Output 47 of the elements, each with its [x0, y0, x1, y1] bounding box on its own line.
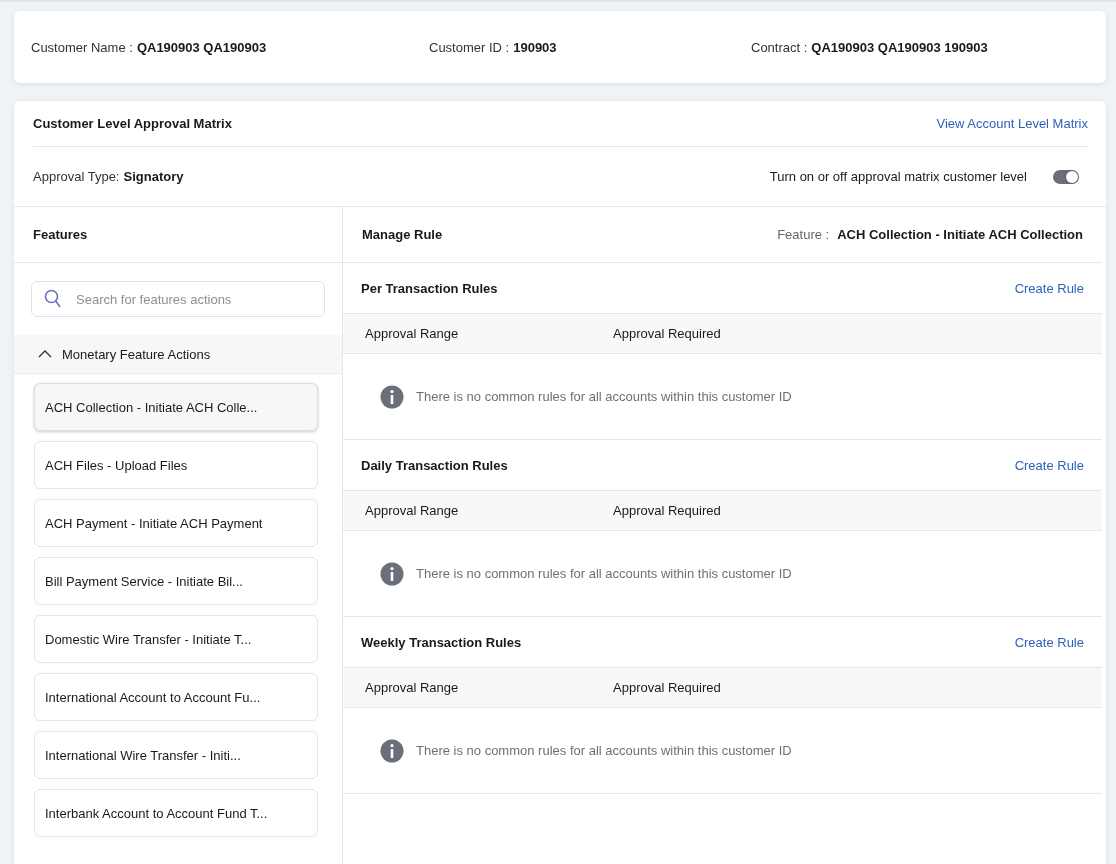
chevron-up-icon	[38, 350, 52, 358]
column-header: Approval Range	[365, 503, 460, 518]
info-icon	[380, 561, 404, 586]
features-heading: Features	[33, 227, 88, 242]
section-title: Per Transaction Rules	[361, 280, 498, 296]
create-rule-link[interactable]: Create Rule	[1014, 280, 1084, 296]
column-header: Approval Range	[365, 326, 460, 341]
view-account-matrix-link[interactable]: View Account Level Matrix	[936, 116, 1088, 131]
section-title: Daily Transaction Rules	[361, 457, 508, 473]
search-icon	[44, 289, 62, 309]
empty-message: There is no common rules for all accounts within this customer ID	[416, 389, 792, 404]
search-field[interactable]: Search for features actions	[31, 281, 325, 317]
feature-item[interactable]: Bill Payment Service - Initiate Bil...	[34, 557, 318, 605]
toggle-switch[interactable]	[1053, 169, 1079, 184]
feature-item[interactable]: ACH Files - Upload Files	[34, 441, 318, 489]
feature-label: Feature :	[777, 227, 830, 242]
feature-group-header[interactable]: Monetary Feature Actions	[14, 335, 342, 374]
section-title: Weekly Transaction Rules	[361, 634, 522, 650]
field-value: 190903	[513, 39, 557, 55]
field-value: QA190903 QA190903	[136, 39, 267, 55]
toggle-label: Turn on or off approval matrix customer level	[769, 169, 1027, 184]
column-header: Approval Required	[613, 503, 722, 518]
feature-value: ACH Collection - Initiate ACH Collection	[837, 227, 1083, 242]
create-rule-link[interactable]: Create Rule	[1014, 634, 1084, 650]
info-icon	[380, 384, 404, 409]
field-label: Contract :	[751, 39, 808, 55]
group-label: Monetary Feature Actions	[62, 346, 211, 362]
feature-item[interactable]: ACH Payment - Initiate ACH Payment	[34, 499, 318, 547]
feature-item[interactable]: International Account to Account Fu...	[34, 673, 318, 721]
approval-type-label: Approval Type:	[33, 169, 120, 184]
field-value: QA190903 QA190903 190903	[811, 39, 988, 55]
feature-item[interactable]: Domestic Wire Transfer - Initiate T...	[34, 615, 318, 663]
manage-rule-heading: Manage Rule	[362, 227, 443, 242]
column-header: Approval Required	[613, 680, 722, 695]
create-rule-link[interactable]: Create Rule	[1014, 457, 1084, 473]
empty-message: There is no common rules for all accounts within this customer ID	[416, 566, 792, 581]
column-header: Approval Required	[613, 326, 722, 341]
column-header: Approval Range	[365, 680, 460, 695]
field-label: Customer ID :	[429, 39, 510, 55]
feature-item[interactable]: ACH Collection - Initiate ACH Colle...	[34, 383, 318, 431]
feature-item[interactable]: International Wire Transfer - Initi...	[34, 731, 318, 779]
approval-type-value: Signatory	[123, 169, 184, 184]
info-icon	[380, 738, 404, 763]
empty-message: There is no common rules for all accounts within this customer ID	[416, 743, 792, 758]
feature-item[interactable]: Interbank Account to Account Fund T...	[34, 789, 318, 837]
matrix-title: Customer Level Approval Matrix	[33, 116, 232, 131]
field-label: Customer Name :	[31, 39, 133, 55]
